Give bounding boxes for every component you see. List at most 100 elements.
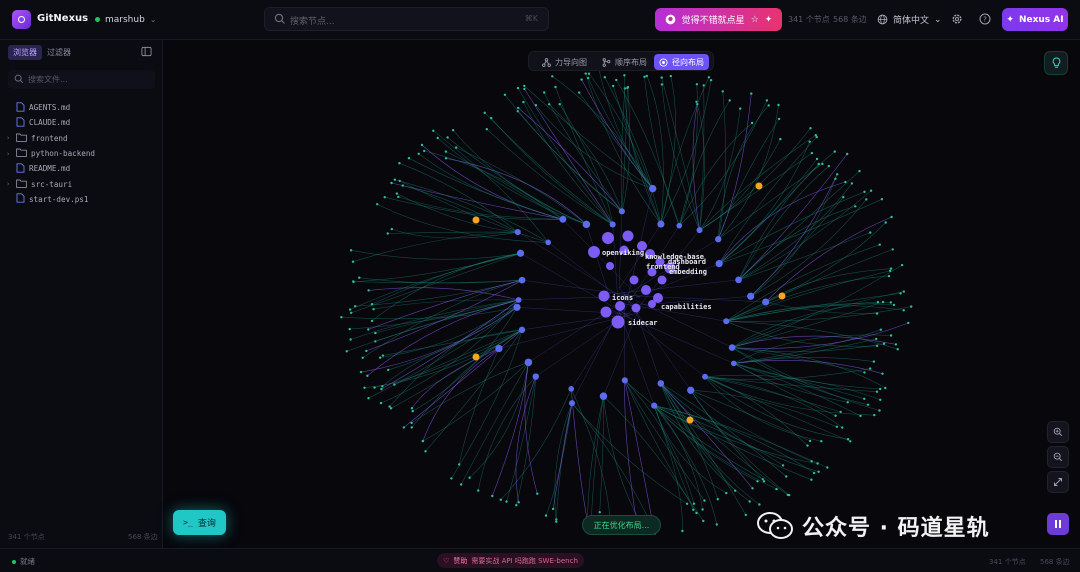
core-node (606, 262, 614, 270)
sponsor-label: 赞助 (453, 556, 468, 565)
query-label: 查询 (197, 519, 216, 529)
leaf-node (810, 151, 814, 155)
hub-node (702, 373, 708, 380)
leaf-node (762, 480, 766, 483)
hub-node (648, 184, 657, 193)
leaf-node (349, 338, 352, 341)
graph-edge (661, 84, 700, 231)
gear-icon[interactable] (949, 11, 965, 27)
leaf-node (370, 303, 374, 306)
core-node (657, 275, 667, 285)
dependency-graph[interactable]: openviking knowledge-basedashboardfronten… (164, 40, 1080, 548)
leaf-node (786, 493, 789, 497)
leaf-node (393, 178, 396, 181)
logo-icon[interactable] (12, 10, 31, 29)
star-icon: ☆ (750, 14, 759, 25)
leaf-node (810, 478, 813, 481)
leaf-node (446, 136, 449, 139)
search-icon (14, 74, 24, 84)
node-search-input[interactable]: 搜索节点... ⌘K (264, 7, 549, 31)
github-star-button[interactable]: 觉得不错就点星 ☆ ✦ (655, 8, 782, 31)
hub-node (524, 358, 533, 367)
graph-edge (726, 320, 878, 347)
language-selector[interactable]: 简体中文 ⌄ (870, 9, 949, 30)
file-item[interactable]: AGENTS.md (6, 100, 156, 115)
file-icon (16, 193, 25, 205)
graph-edge (704, 376, 843, 428)
leaf-node (390, 181, 393, 185)
sidebar-collapse-icon[interactable] (141, 46, 152, 57)
leaf-node (499, 498, 502, 501)
leaf-node (902, 309, 905, 312)
core-node (598, 290, 610, 302)
leaf-node (739, 107, 742, 110)
hub-node (568, 386, 575, 392)
tab-filters[interactable]: 过滤器 (42, 45, 76, 60)
bulb-icon[interactable] (1044, 51, 1068, 75)
app-name: GitNexus (37, 13, 89, 24)
tab-explorer[interactable]: 浏览器 (8, 45, 42, 60)
folder-item[interactable]: › frontend (6, 131, 156, 146)
hub-node (715, 260, 723, 268)
sponsor-banner[interactable]: ♡ 赞助 需要实战 API 吗跑跑 SWE-bench (437, 553, 584, 568)
file-icon (16, 101, 25, 114)
file-name: frontend (31, 133, 68, 143)
heart-icon: ♡ (443, 556, 450, 565)
help-icon[interactable]: ? (977, 11, 993, 27)
leaf-node (376, 203, 379, 206)
folder-item[interactable]: › python-backend (6, 146, 156, 161)
ai-label: Nexus AI (1018, 14, 1064, 25)
leaf-node (817, 470, 820, 473)
file-search-input[interactable]: 搜索文件... (8, 70, 155, 89)
leaf-node (892, 303, 896, 307)
leaf-node (884, 221, 887, 224)
sidebar-edges-stat: 568 条边 (128, 533, 158, 541)
file-item[interactable]: start-dev.ps1 (6, 192, 156, 207)
graph-edge (653, 405, 718, 525)
graph-canvas[interactable]: openviking knowledge-base dashboard fronten… (164, 40, 1080, 548)
fit-view-button[interactable] (1047, 471, 1069, 493)
repo-selector[interactable]: marshub ⌄ (87, 9, 165, 30)
leaf-node (750, 92, 753, 95)
graph-edge (477, 376, 537, 491)
graph-edge (660, 383, 760, 505)
ready-status: 就绪 (12, 556, 35, 567)
graph-edge (661, 77, 700, 231)
leaf-node (366, 374, 369, 377)
leaf-node (374, 331, 377, 335)
graph-edge (408, 157, 563, 220)
radial-layout-button[interactable]: 径向布局 (654, 54, 709, 70)
zoom-in-button[interactable] (1047, 421, 1069, 443)
leaf-node (894, 343, 898, 346)
leaf-node (361, 356, 364, 359)
file-item[interactable]: README.md (6, 161, 156, 176)
leaf-node (643, 75, 646, 78)
hub-node (513, 303, 521, 311)
leaf-node (716, 498, 719, 501)
folder-item[interactable]: › src-tauri (6, 176, 156, 191)
leaf-node (349, 249, 353, 252)
leaf-node (858, 169, 861, 173)
leaf-node (785, 475, 788, 478)
leaf-node (854, 205, 857, 208)
force-layout-button[interactable]: 力导向图 (537, 54, 592, 70)
leaf-node (879, 398, 882, 401)
file-item[interactable]: CLAUDE.md (6, 115, 156, 130)
nexus-ai-button[interactable]: ✦ Nexus AI (1002, 8, 1068, 31)
zoom-out-button[interactable] (1047, 446, 1069, 468)
hub-node (545, 239, 552, 246)
leaf-node (483, 111, 486, 115)
graph-edge (516, 376, 537, 506)
globe-icon (877, 14, 888, 25)
tree-layout-button[interactable]: 顺序布局 (597, 54, 652, 70)
graph-edge (699, 152, 813, 231)
leaf-node (358, 276, 361, 279)
leaf-node (834, 177, 837, 180)
leaf-node (350, 311, 353, 314)
leaf-node (451, 129, 455, 132)
leaf-node (370, 319, 374, 323)
query-button[interactable]: >_ 查询 (173, 510, 226, 535)
leaf-node (846, 152, 849, 156)
leaf-node (850, 182, 854, 185)
pause-layout-button[interactable] (1047, 513, 1069, 535)
